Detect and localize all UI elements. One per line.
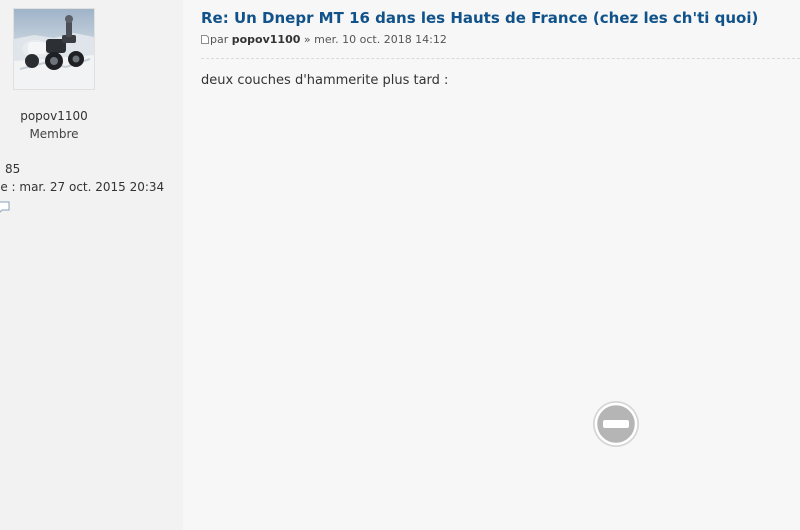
- post-meta: par popov1100 » mer. 10 oct. 2018 14:12: [201, 33, 447, 46]
- user-avatar[interactable]: [13, 8, 95, 90]
- post-body: Re: Un Dnepr MT 16 dans les Hauts de Fra…: [183, 0, 800, 530]
- user-joined-date: le : mar. 27 oct. 2015 20:34: [0, 180, 165, 194]
- post-content-text: deux couches d'hammerite plus tard :: [201, 73, 449, 88]
- post-meta-by: par: [210, 33, 232, 46]
- username[interactable]: popov1100: [0, 109, 108, 123]
- user-posts-count[interactable]: 85: [5, 162, 20, 176]
- post-author-link[interactable]: popov1100: [232, 33, 301, 46]
- post-date: » mer. 10 oct. 2018 14:12: [300, 33, 447, 46]
- post-divider: [201, 58, 800, 59]
- post-profile: popov1100 Membre 85 le : mar. 27 oct. 20…: [0, 0, 183, 530]
- user-rank: Membre: [29, 127, 79, 141]
- sidecar-motorcycle-photo: [14, 9, 94, 89]
- blocked-image-icon: [591, 399, 641, 449]
- post-icon[interactable]: [201, 34, 209, 44]
- forum-post-page: popov1100 Membre 85 le : mar. 27 oct. 20…: [0, 0, 800, 530]
- post-title[interactable]: Re: Un Dnepr MT 16 dans les Hauts de Fra…: [201, 9, 758, 27]
- speech-bubble-icon[interactable]: [0, 199, 10, 213]
